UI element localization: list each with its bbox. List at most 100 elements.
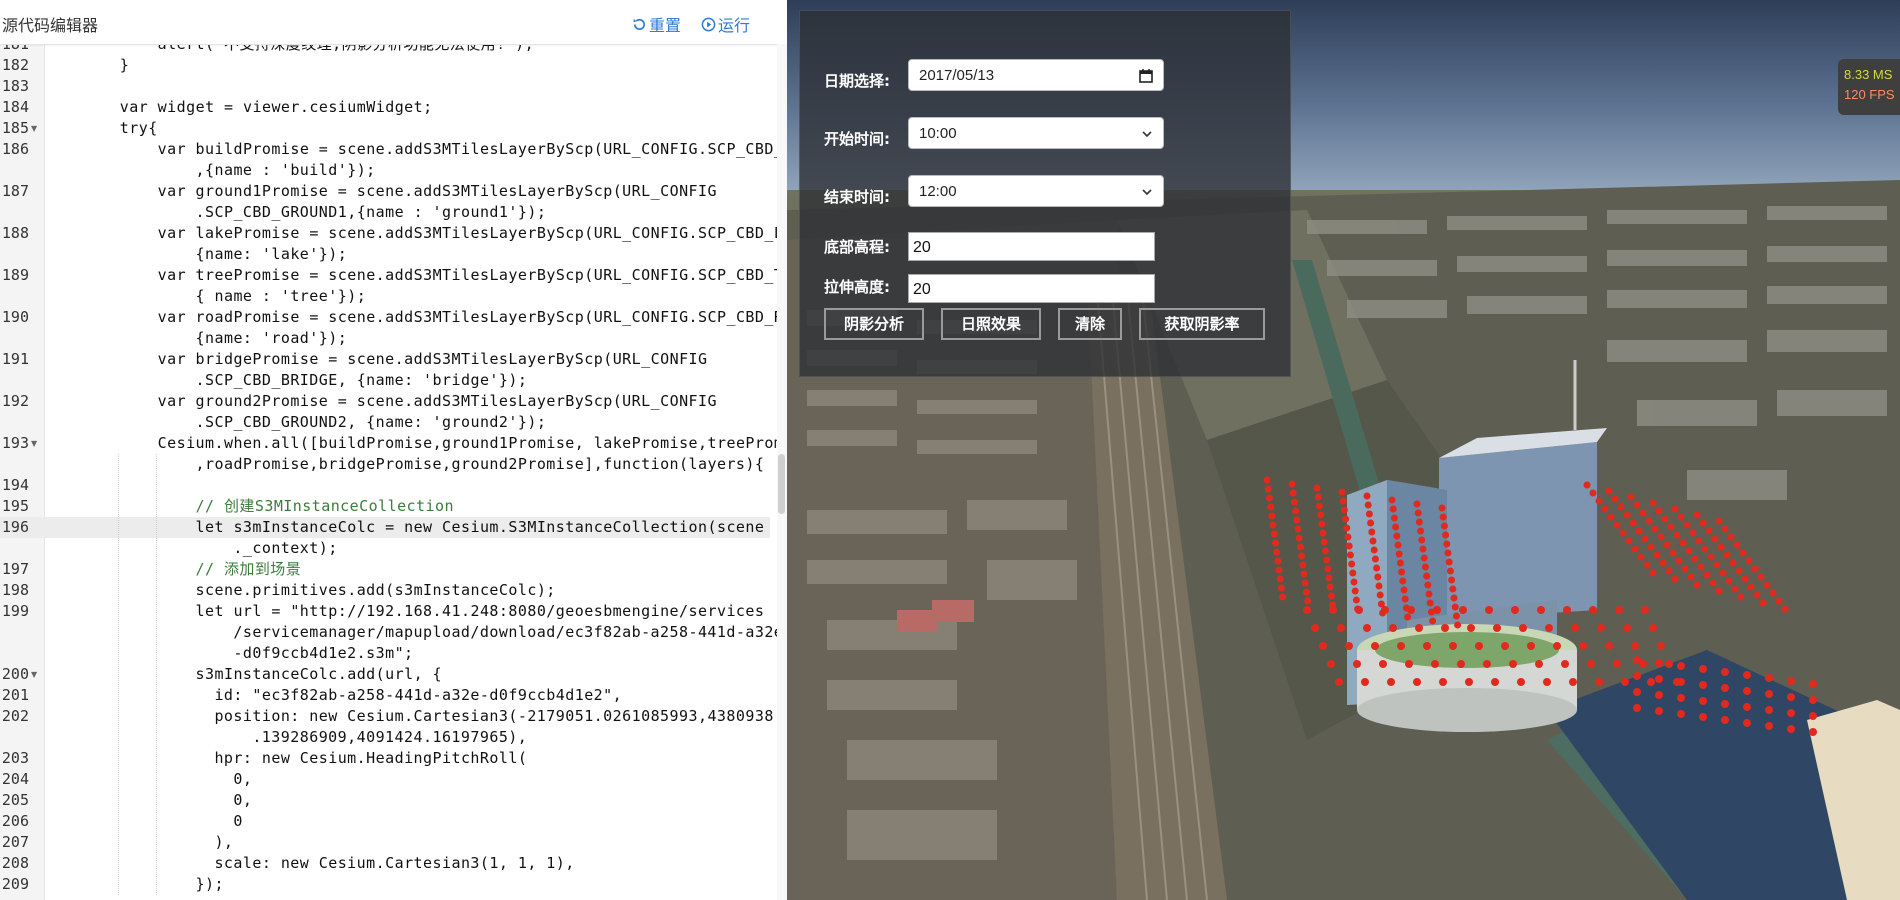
line-number: 193	[1, 434, 29, 452]
fps-readout: 120 FPS	[1844, 87, 1895, 102]
start-time-select[interactable]: 10:00	[908, 117, 1164, 149]
code-text: 0,	[233, 791, 253, 809]
code-line[interactable]: 190 var roadPromise = scene.addS3MTilesLa…	[0, 307, 787, 328]
code-text: var widget = viewer.cesiumWidget;	[119, 98, 433, 116]
code-text: ),	[214, 833, 234, 851]
date-label: 日期选择:	[824, 72, 890, 90]
code-line[interactable]: 199 let url = "http://192.168.41.248:8080…	[0, 601, 770, 622]
get-shadow-rate-button[interactable]: 获取阴影率	[1139, 308, 1265, 340]
base-elevation-input[interactable]: 20	[908, 232, 1155, 261]
code-line[interactable]: 194	[0, 475, 770, 496]
end-time-value: 12:00	[919, 183, 957, 200]
run-button[interactable]: 运行	[701, 12, 750, 36]
chevron-down-icon	[1141, 118, 1153, 151]
code-line[interactable]: {name: 'lake'});	[0, 244, 770, 265]
indent-guide	[117, 454, 119, 895]
play-circle-icon	[701, 17, 716, 31]
start-time-label: 开始时间:	[824, 130, 890, 148]
fold-toggle-icon[interactable]: ▼	[31, 664, 41, 685]
code-line[interactable]: -d0f9ccb4d1e2.s3m";	[0, 643, 770, 664]
code-line[interactable]: 200 ▼ s3mInstanceColc.add(url, {	[0, 664, 770, 685]
code-text: 0	[233, 812, 243, 830]
code-line[interactable]: 197 // 添加到场景	[0, 559, 770, 580]
code-line[interactable]: 196 let s3mInstanceColc = new Cesium.S3MI…	[0, 517, 770, 538]
code-line[interactable]: {name: 'road'});	[0, 328, 770, 349]
code-line[interactable]: 189 var treePromise = scene.addS3MTilesLa…	[0, 265, 787, 286]
date-picker[interactable]: 2017/05/13	[908, 59, 1164, 91]
code-line[interactable]: 201 id: "ec3f82ab-a258-441d-a32e-d0f9ccb4…	[0, 685, 770, 706]
code-line[interactable]: 193 ▼ Cesium.when.all([buildPromise,ground…	[0, 433, 787, 454]
fold-toggle-icon[interactable]: ▼	[31, 118, 41, 139]
shadow-analysis-panel: 日期选择: 2017/05/13 开始时间: 10:00 结束时间: 12:00…	[799, 10, 1291, 377]
line-number: 205	[1, 791, 29, 809]
code-line[interactable]: 185 ▼ try{	[0, 118, 770, 139]
code-line[interactable]: 195 // 创建S3MInstanceCollection	[0, 496, 770, 517]
line-number: 185	[1, 119, 29, 137]
code-text: Cesium.when.all([buildPromise,ground1Pro…	[157, 434, 787, 452]
code-text: scale: new Cesium.Cartesian3(1, 1, 1),	[214, 854, 575, 872]
editor-scrollbar[interactable]	[777, 44, 787, 900]
line-number: 202	[1, 707, 29, 725]
code-line[interactable]: 202 position: new Cesium.Cartesian3(-2179…	[0, 706, 773, 727]
line-number: 192	[1, 392, 29, 410]
code-line[interactable]: 198 scene.primitives.add(s3mInstanceColc)…	[0, 580, 770, 601]
code-line[interactable]: 182}	[0, 55, 770, 76]
code-text: var lakePromise = scene.addS3MTilesLayer…	[157, 224, 787, 242]
code-line[interactable]: { name : 'tree'});	[0, 286, 770, 307]
code-line[interactable]: 209});	[0, 874, 770, 895]
code-line[interactable]: .SCP_CBD_GROUND1,{name : 'ground1'});	[0, 202, 770, 223]
code-line[interactable]: 187 var ground1Promise = scene.addS3MTile…	[0, 181, 770, 202]
line-number: 200	[1, 665, 29, 683]
code-text: var bridgePromise = scene.addS3MTilesLay…	[157, 350, 708, 368]
end-time-select[interactable]: 12:00	[908, 175, 1164, 207]
calendar-icon[interactable]	[1139, 60, 1153, 94]
code-line[interactable]: .SCP_CBD_BRIDGE, {name: 'bridge'});	[0, 370, 770, 391]
code-line[interactable]: 208 scale: new Cesium.Cartesian3(1, 1, 1)…	[0, 853, 770, 874]
fold-toggle-icon[interactable]: ▼	[31, 433, 41, 454]
scrollbar-thumb[interactable]	[778, 454, 785, 514]
code-text: -d0f9ccb4d1e2.s3m";	[233, 644, 414, 662]
code-line[interactable]: 203 hpr: new Cesium.HeadingPitchRoll(	[0, 748, 770, 769]
code-line[interactable]: 188 var lakePromise = scene.addS3MTilesLa…	[0, 223, 787, 244]
code-line[interactable]: 206 0	[0, 811, 770, 832]
clear-button[interactable]: 清除	[1058, 308, 1122, 340]
code-line[interactable]: 204 0,	[0, 769, 770, 790]
line-number: 196	[1, 518, 29, 536]
code-text: let s3mInstanceColc = new Cesium.S3MInst…	[195, 518, 765, 536]
code-text: .SCP_CBD_BRIDGE, {name: 'bridge'});	[195, 371, 528, 389]
extrude-height-input[interactable]: 20	[908, 274, 1155, 303]
code-text: 0,	[233, 770, 253, 788]
reset-label: 重置	[649, 16, 682, 35]
line-number: 182	[1, 56, 29, 74]
chevron-down-icon	[1141, 176, 1153, 209]
code-line[interactable]: 205 0,	[0, 790, 770, 811]
reset-button[interactable]: 重置	[632, 12, 681, 36]
code-line[interactable]: 207),	[0, 832, 770, 853]
code-line[interactable]: 192 var ground2Promise = scene.addS3MTile…	[0, 391, 770, 412]
code-line[interactable]: ,roadPromise,bridgePromise,ground2Promis…	[0, 454, 770, 475]
code-text: scene.primitives.add(s3mInstanceColc);	[195, 581, 556, 599]
code-text: .SCP_CBD_GROUND1,{name : 'ground1'});	[195, 203, 547, 221]
line-number: 199	[1, 602, 29, 620]
code-line[interactable]: .139286909,4091424.16197965),	[0, 727, 770, 748]
code-line[interactable]: 183	[0, 76, 770, 97]
code-line[interactable]: /servicemanager/mapupload/download/ec3f8…	[0, 622, 782, 643]
line-number: 194	[1, 476, 29, 494]
code-line[interactable]: ,{name : 'build'});	[0, 160, 770, 181]
sunlight-effect-button[interactable]: 日照效果	[941, 308, 1041, 340]
line-number: 191	[1, 350, 29, 368]
code-text: }	[119, 56, 130, 74]
code-text: hpr: new Cesium.HeadingPitchRoll(	[214, 749, 528, 767]
shadow-analysis-button[interactable]: 阴影分析	[824, 308, 924, 340]
reset-icon	[633, 18, 645, 30]
code-line[interactable]: 184 var widget = viewer.cesiumWidget;	[0, 97, 770, 118]
code-line[interactable]: 191 var bridgePromise = scene.addS3MTiles…	[0, 349, 770, 370]
code-line[interactable]: 186 var buildPromise = scene.addS3MTilesL…	[0, 139, 787, 160]
line-number: 207	[1, 833, 29, 851]
date-value: 2017/05/13	[919, 67, 995, 84]
line-number: 208	[1, 854, 29, 872]
code-line[interactable]: .SCP_CBD_GROUND2, {name: 'ground2'});	[0, 412, 770, 433]
code-text: .SCP_CBD_GROUND2, {name: 'ground2'});	[195, 413, 547, 431]
code-text: // 添加到场景	[195, 560, 302, 578]
code-line[interactable]: ._context);	[0, 538, 770, 559]
